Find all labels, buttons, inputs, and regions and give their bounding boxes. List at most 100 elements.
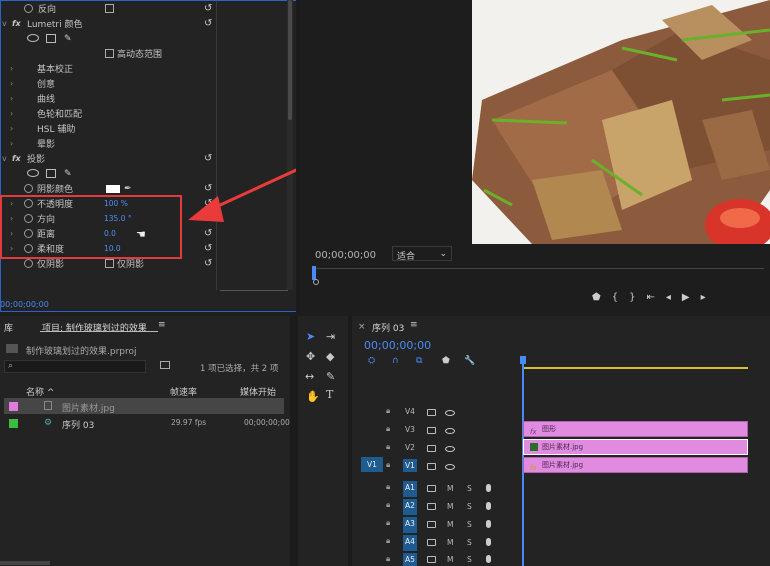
source-patch-v1[interactable]: V1 bbox=[361, 457, 383, 472]
track-select-tool-icon[interactable]: ⇥ bbox=[326, 330, 335, 343]
chevron-right-icon[interactable]: › bbox=[10, 139, 13, 148]
lock-icon[interactable]: 🔒︎ bbox=[386, 442, 390, 452]
linked-selection-icon[interactable]: ⧉ bbox=[416, 356, 422, 366]
lock-icon[interactable]: 🔒︎ bbox=[386, 482, 390, 492]
lock-icon[interactable]: 🔒︎ bbox=[386, 554, 390, 564]
lock-icon[interactable]: 🔒︎ bbox=[386, 500, 390, 510]
mic-icon[interactable] bbox=[486, 484, 491, 492]
reset-icon[interactable]: ↺ bbox=[204, 258, 212, 269]
slip-tool-icon[interactable]: ↔ bbox=[305, 370, 314, 383]
lock-icon[interactable]: 🔒︎ bbox=[386, 460, 390, 470]
color-swatch[interactable] bbox=[106, 185, 120, 193]
chevron-right-icon[interactable]: › bbox=[10, 124, 13, 133]
solo-button[interactable]: S bbox=[467, 502, 472, 511]
reset-icon[interactable]: ↺ bbox=[204, 3, 212, 14]
lock-icon[interactable]: 🔒︎ bbox=[386, 406, 390, 416]
reset-icon[interactable]: ↺ bbox=[204, 18, 212, 29]
chevron-right-icon[interactable]: › bbox=[10, 64, 13, 73]
lock-icon[interactable]: 🔒︎ bbox=[386, 518, 390, 528]
pen-mask-icon[interactable]: ✎ bbox=[64, 169, 72, 179]
fx-icon[interactable]: fx bbox=[12, 19, 21, 28]
mute-button[interactable]: M bbox=[447, 520, 453, 529]
mute-button[interactable]: M bbox=[447, 484, 453, 493]
mute-button[interactable]: M bbox=[447, 502, 453, 511]
step-forward-icon[interactable]: ▸ bbox=[701, 292, 717, 303]
solo-button[interactable]: S bbox=[467, 520, 472, 529]
hdr-checkbox[interactable] bbox=[105, 49, 114, 58]
playhead[interactable] bbox=[312, 266, 316, 280]
stopwatch-icon[interactable] bbox=[24, 4, 33, 13]
type-tool-icon[interactable]: T bbox=[326, 388, 333, 401]
razor-tool-icon[interactable]: ◆ bbox=[326, 350, 334, 363]
program-timecode[interactable]: 00;00;00;00 bbox=[315, 250, 376, 261]
mic-icon[interactable] bbox=[486, 555, 491, 563]
project-scrollbar[interactable] bbox=[0, 561, 50, 565]
add-marker-icon[interactable]: ⬟ bbox=[442, 356, 450, 366]
project-search[interactable]: ⌕ bbox=[4, 360, 146, 373]
clip-image-v2[interactable]: 图片素材.jpg bbox=[523, 439, 748, 455]
mute-button[interactable]: M bbox=[447, 538, 453, 547]
tab-project[interactable]: 项目: 制作玻璃划过的效果 bbox=[42, 321, 147, 334]
eye-icon[interactable] bbox=[445, 428, 455, 434]
pen-mask-icon[interactable]: ✎ bbox=[64, 34, 72, 44]
program-ruler[interactable] bbox=[312, 268, 764, 269]
reset-icon[interactable]: ↺ bbox=[204, 228, 212, 239]
playhead-handle[interactable] bbox=[520, 356, 526, 364]
snap-icon[interactable]: ∩ bbox=[392, 356, 399, 366]
eyedropper-icon[interactable]: ✒ bbox=[124, 184, 132, 194]
sync-icon[interactable] bbox=[427, 503, 436, 510]
play-icon[interactable]: ▶ bbox=[682, 292, 701, 303]
eye-icon[interactable] bbox=[445, 446, 455, 452]
sync-icon[interactable] bbox=[427, 485, 436, 492]
pen-tool-icon[interactable]: ✎ bbox=[326, 370, 335, 383]
timeline-timecode[interactable]: 00;00;00;00 bbox=[364, 339, 431, 352]
fit-dropdown[interactable]: 适合 ⌄ bbox=[392, 246, 452, 262]
rect-mask-icon[interactable] bbox=[46, 169, 56, 178]
col-fps[interactable]: 帧速率 bbox=[170, 385, 197, 398]
clip-image-v1[interactable]: fx 图片素材.jpg bbox=[523, 457, 748, 473]
sync-icon[interactable] bbox=[427, 539, 436, 546]
sync-icon[interactable] bbox=[427, 556, 436, 563]
basic-correction-row[interactable]: › 基本校正 bbox=[0, 61, 290, 76]
close-icon[interactable]: × bbox=[358, 322, 366, 332]
list-item[interactable]: 图片素材.jpg bbox=[4, 398, 284, 414]
creative-row[interactable]: › 创意 bbox=[0, 76, 290, 91]
ripple-edit-tool-icon[interactable]: ✥ bbox=[306, 350, 315, 363]
solo-button[interactable]: S bbox=[467, 555, 472, 564]
col-start[interactable]: 媒体开始 bbox=[240, 385, 276, 398]
go-to-in-icon[interactable]: ⇤ bbox=[646, 292, 665, 303]
menu-icon[interactable]: ≡ bbox=[158, 320, 166, 330]
chevron-right-icon[interactable]: › bbox=[10, 109, 13, 118]
tab-library[interactable]: 库 bbox=[4, 321, 13, 334]
camera-icon[interactable] bbox=[427, 463, 436, 470]
chevron-right-icon[interactable]: › bbox=[10, 94, 13, 103]
mute-button[interactable]: M bbox=[447, 555, 453, 564]
eye-icon[interactable] bbox=[445, 410, 455, 416]
ellipse-mask-icon[interactable] bbox=[27, 169, 39, 177]
solo-button[interactable]: S bbox=[467, 538, 472, 547]
bin-icon[interactable] bbox=[160, 361, 170, 369]
keyframe-zoom-bar[interactable] bbox=[220, 290, 288, 295]
selection-tool-icon[interactable]: ➤ bbox=[306, 330, 315, 343]
reverse-checkbox[interactable] bbox=[105, 4, 114, 13]
lock-icon[interactable]: 🔒︎ bbox=[386, 424, 390, 434]
tab-sequence[interactable]: 序列 03 bbox=[372, 321, 404, 334]
work-area-bar[interactable] bbox=[524, 367, 748, 369]
menu-icon[interactable]: ≡ bbox=[410, 320, 418, 330]
col-name[interactable]: 名称 ^ bbox=[26, 385, 54, 398]
chevron-right-icon[interactable]: › bbox=[10, 79, 13, 88]
chevron-down-icon[interactable]: v bbox=[2, 19, 7, 28]
list-item[interactable]: ⚙ 序列 03 29.97 fps 00;00;00;00 bbox=[4, 415, 290, 431]
clip-graphic[interactable]: fx 图形 bbox=[523, 421, 748, 437]
lock-icon[interactable]: 🔒︎ bbox=[386, 536, 390, 546]
eye-icon[interactable] bbox=[445, 464, 455, 470]
mic-icon[interactable] bbox=[486, 538, 491, 546]
ellipse-mask-icon[interactable] bbox=[27, 34, 39, 42]
solo-button[interactable]: S bbox=[467, 484, 472, 493]
step-back-icon[interactable]: ◂ bbox=[666, 292, 682, 303]
stopwatch-icon[interactable] bbox=[24, 259, 33, 268]
mic-icon[interactable] bbox=[486, 520, 491, 528]
marker-icon[interactable]: ⬟ bbox=[592, 292, 612, 303]
mark-in-icon[interactable]: { bbox=[612, 292, 629, 303]
camera-icon[interactable] bbox=[427, 445, 436, 452]
